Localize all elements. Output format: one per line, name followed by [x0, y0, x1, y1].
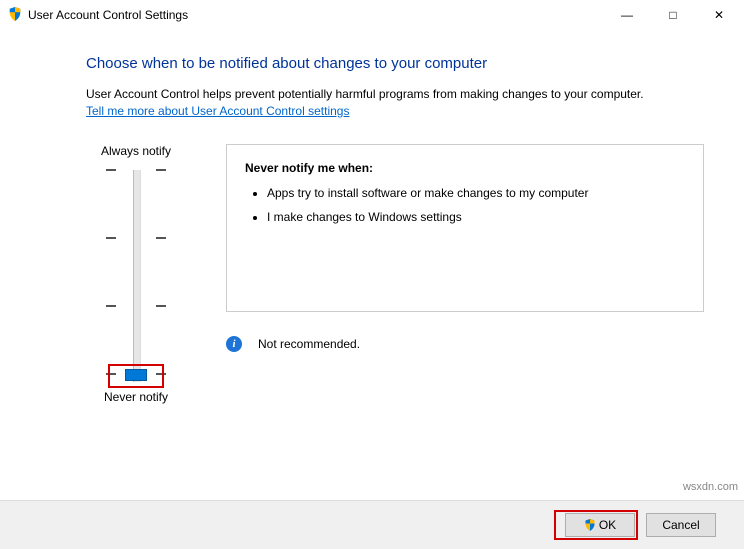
ok-button[interactable]: OK: [565, 513, 635, 537]
highlight-box: OK: [554, 510, 638, 540]
maximize-button[interactable]: □: [650, 0, 696, 30]
info-icon: i: [226, 336, 242, 352]
titlebar: User Account Control Settings — □ ✕: [0, 0, 744, 31]
slider-tick: [106, 238, 166, 239]
slider-label-never: Never notify: [104, 390, 168, 404]
shield-icon: [8, 7, 22, 24]
slider-column: Always notify Never notify: [86, 144, 186, 404]
shield-icon: [584, 519, 596, 531]
cancel-button[interactable]: Cancel: [646, 513, 716, 537]
content-area: Choose when to be notified about changes…: [0, 31, 744, 461]
recommendation-row: i Not recommended.: [226, 336, 704, 352]
description-column: Never notify me when: Apps try to instal…: [226, 144, 704, 404]
slider-thumb[interactable]: [125, 369, 147, 381]
description-list: Apps try to install software or make cha…: [245, 185, 685, 227]
main-area: Always notify Never notify Never notify …: [86, 144, 704, 404]
slider-track: [133, 170, 141, 382]
close-button[interactable]: ✕: [696, 0, 742, 30]
page-subtext: User Account Control helps prevent poten…: [86, 86, 704, 120]
description-title: Never notify me when:: [245, 161, 685, 175]
list-item: I make changes to Windows settings: [267, 209, 685, 226]
subtext-text: User Account Control helps prevent poten…: [86, 87, 644, 101]
slider-tick: [106, 170, 166, 171]
slider-label-always: Always notify: [101, 144, 171, 158]
window-title: User Account Control Settings: [28, 8, 604, 22]
slider-tick: [106, 306, 166, 307]
uac-slider[interactable]: [106, 166, 166, 386]
watermark: wsxdn.com: [683, 481, 738, 493]
list-item: Apps try to install software or make cha…: [267, 185, 685, 202]
window-controls: — □ ✕: [604, 0, 742, 30]
ok-button-label: OK: [599, 518, 616, 532]
page-heading: Choose when to be notified about changes…: [86, 55, 704, 72]
description-box: Never notify me when: Apps try to instal…: [226, 144, 704, 312]
footer: OK Cancel: [0, 500, 744, 549]
minimize-button[interactable]: —: [604, 0, 650, 30]
cancel-button-label: Cancel: [662, 518, 699, 532]
learn-more-link[interactable]: Tell me more about User Account Control …: [86, 104, 349, 118]
recommendation-text: Not recommended.: [258, 337, 360, 351]
